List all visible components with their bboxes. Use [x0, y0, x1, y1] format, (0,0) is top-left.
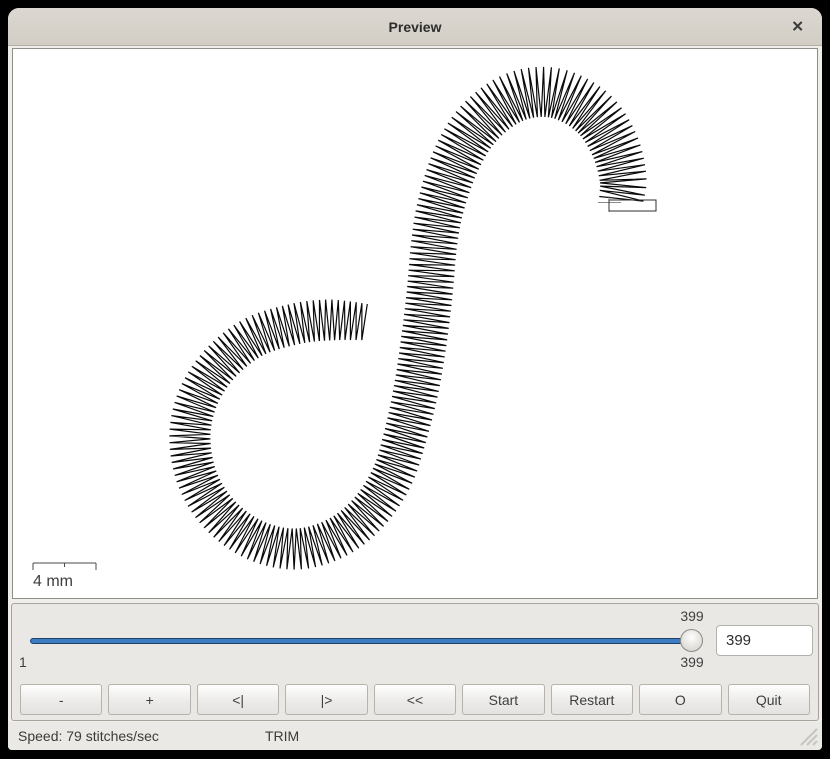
control-panel: 399 399 1 -+<||><<StartRestartOQuit	[11, 603, 819, 721]
satin-stitch-path	[169, 67, 646, 570]
speed-down-button[interactable]: -	[20, 684, 102, 715]
start-button[interactable]: Start	[462, 684, 544, 715]
scale-label: 4 mm	[33, 573, 73, 590]
preview-window: Preview ✕ 4 mm 399 399 1 -+<||><<StartRe…	[8, 8, 822, 750]
step-forward-button[interactable]: |>	[285, 684, 367, 715]
restart-button[interactable]: Restart	[551, 684, 633, 715]
reverse-button[interactable]: <<	[374, 684, 456, 715]
npp-toggle-button[interactable]: O	[639, 684, 721, 715]
quit-button[interactable]: Quit	[728, 684, 810, 715]
resize-grip-icon[interactable]	[793, 725, 819, 747]
slider-min-label: 1	[19, 654, 27, 670]
window-title: Preview	[389, 19, 442, 35]
step-backward-button[interactable]: <|	[197, 684, 279, 715]
stitch-preview-canvas: 4 mm	[12, 48, 818, 599]
speed-status: Speed: 79 stitches/sec	[18, 728, 159, 744]
needle-marker	[609, 200, 656, 211]
status-bar: Speed: 79 stitches/sec TRIM	[8, 722, 822, 750]
command-status: TRIM	[265, 728, 299, 744]
slider-track[interactable]	[30, 638, 703, 644]
speed-up-button[interactable]: +	[108, 684, 190, 715]
button-row: -+<||><<StartRestartOQuit	[20, 684, 810, 715]
slider-handle[interactable]	[680, 629, 703, 652]
stitch-number-input[interactable]	[716, 625, 813, 656]
title-bar: Preview ✕	[8, 8, 822, 46]
close-icon[interactable]: ✕	[791, 19, 804, 34]
slider-value-label: 399	[662, 654, 722, 670]
stitch-design: 4 mm	[13, 49, 817, 598]
scale-bar	[33, 563, 96, 570]
slider-max-label: 399	[662, 608, 722, 624]
